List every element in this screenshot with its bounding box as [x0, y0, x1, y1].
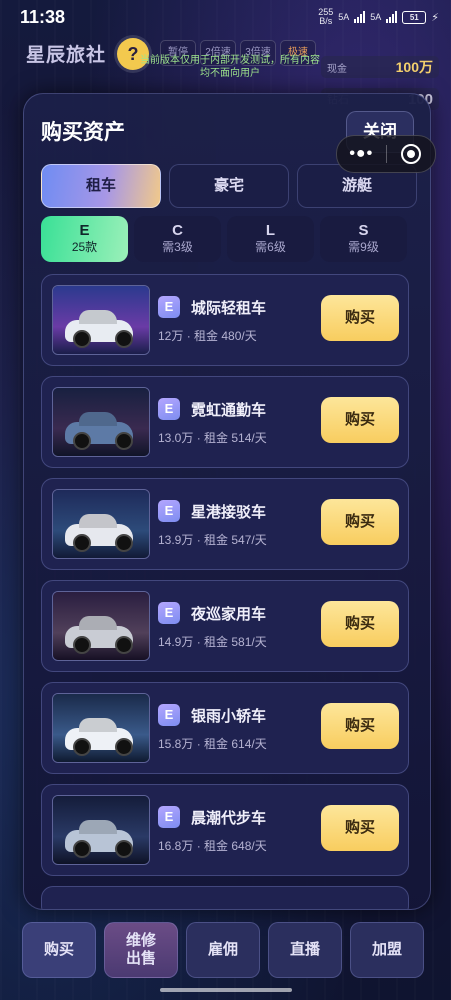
car-rent: 租金 614/天 [204, 737, 267, 751]
home-indicator [160, 988, 292, 992]
grade-badge: E [158, 500, 180, 522]
grade-sub: 25款 [71, 240, 98, 254]
grade-sub: 需6级 [255, 240, 286, 254]
car-list-item: E 城际轻租车 12万 · 租金 480/天 购买 [41, 274, 409, 366]
nav-repair-sell-button[interactable]: 维修 出售 [104, 922, 178, 978]
mini-program-capsule: •●• [336, 135, 436, 173]
meta-separator: · [193, 431, 205, 445]
car-thumbnail [52, 693, 150, 763]
grade-letter: S [358, 222, 369, 239]
nav-hire-button[interactable]: 雇佣 [186, 922, 260, 978]
bottom-nav: 购买 维修 出售 雇佣 直播 加盟 [22, 922, 424, 978]
signal-icon-2 [386, 11, 398, 23]
meta-separator: · [193, 635, 205, 649]
buy-button[interactable]: 购买 [321, 295, 399, 341]
car-meta: 13.0万 · 租金 514/天 [158, 429, 267, 446]
charging-icon: ⚡ [431, 11, 439, 24]
grade-tab-c[interactable]: C 需3级 [134, 216, 221, 262]
car-price: 16.8万 [158, 839, 194, 853]
car-list-item: E 夜巡家用车 14.9万 · 租金 581/天 购买 [41, 580, 409, 672]
money-display: 现金 100万 [321, 56, 439, 78]
meta-separator: · [183, 329, 195, 343]
car-rent: 租金 514/天 [204, 431, 267, 445]
status-icons: 255 B/s 5A 5A 51 ⚡ [318, 8, 439, 26]
car-name: 夜巡家用车 [191, 606, 267, 623]
nav-franchise-button[interactable]: 加盟 [350, 922, 424, 978]
car-name: 银雨小轿车 [191, 708, 267, 725]
meta-separator: · [193, 533, 205, 547]
buy-button[interactable]: 购买 [321, 805, 399, 851]
car-rent: 租金 581/天 [204, 635, 267, 649]
tab-rental-car[interactable]: 租车 [41, 164, 161, 208]
more-icon[interactable]: •●• [337, 145, 386, 163]
car-list-item: E 银雨小轿车 15.8万 · 租金 614/天 购买 [41, 682, 409, 774]
grade-badge: E [158, 398, 180, 420]
car-meta: 15.8万 · 租金 614/天 [158, 735, 267, 752]
grade-tab-e[interactable]: E 25款 [41, 216, 128, 262]
car-thumbnail [52, 285, 150, 355]
grade-badge: E [158, 602, 180, 624]
buy-button[interactable]: 购买 [321, 601, 399, 647]
grade-sub: 需3级 [162, 240, 193, 254]
car-meta: 14.9万 · 租金 581/天 [158, 633, 267, 650]
app-header: 星辰旅社 ? 暂停 2倍速 3倍速 极速 当前版本仅用于内部开发测试，所有内容均… [0, 34, 451, 110]
status-time: 11:38 [20, 6, 66, 27]
grade-sub: 需9级 [348, 240, 379, 254]
car-meta: 13.9万 · 租金 547/天 [158, 531, 267, 548]
meta-separator: · [193, 839, 205, 853]
car-rent: 租金 480/天 [194, 329, 257, 343]
grade-tabs: E 25款 C 需3级 L 需6级 S 需9级 [41, 216, 407, 262]
car-price: 12万 [158, 329, 184, 343]
car-price: 13.9万 [158, 533, 194, 547]
sim2-label: 5A [370, 12, 382, 22]
car-meta: 12万 · 租金 480/天 [158, 327, 257, 344]
car-price: 13.0万 [158, 431, 194, 445]
money-value: 100万 [395, 59, 433, 75]
status-bar: 11:38 255 B/s 5A 5A 51 ⚡ [0, 0, 451, 34]
grade-letter: C [172, 222, 183, 239]
car-list-item: E 星港接驳车 13.9万 · 租金 547/天 购买 [41, 478, 409, 570]
nav-buy-button[interactable]: 购买 [22, 922, 96, 978]
grade-badge: E [158, 806, 180, 828]
grade-tab-l[interactable]: L 需6级 [227, 216, 314, 262]
modal-title: 购买资产 [41, 121, 125, 144]
grade-letter: L [265, 222, 276, 239]
car-meta: 16.8万 · 租金 648/天 [158, 837, 267, 854]
grade-tab-s[interactable]: S 需9级 [320, 216, 407, 262]
car-thumbnail [52, 489, 150, 559]
car-list-item: E 霓虹通勤车 13.0万 · 租金 514/天 购买 [41, 376, 409, 468]
grade-badge: E [158, 296, 180, 318]
grade-badge: E [158, 704, 180, 726]
tab-mansion[interactable]: 豪宅 [169, 164, 289, 208]
target-icon[interactable] [387, 144, 436, 164]
car-list[interactable]: E 城际轻租车 12万 · 租金 480/天 购买 E 霓虹通勤车 13.0万 · 租金 5… [41, 274, 409, 909]
battery-icon: 51 [402, 10, 427, 24]
car-name: 晨潮代步车 [191, 810, 267, 827]
car-price: 15.8万 [158, 737, 194, 751]
net-unit: B/s [319, 16, 333, 26]
car-thumbnail [52, 795, 150, 865]
car-name: 城际轻租车 [191, 300, 267, 317]
car-list-item-partial [41, 886, 409, 909]
car-rent: 租金 547/天 [204, 533, 267, 547]
car-list-item: E 晨潮代步车 16.8万 · 租金 648/天 购买 [41, 784, 409, 876]
money-label: 现金 [327, 63, 347, 75]
car-rent: 租金 648/天 [204, 839, 267, 853]
car-thumbnail [52, 387, 150, 457]
app-title: 星辰旅社 [26, 45, 107, 66]
grade-letter: E [79, 222, 90, 239]
signal-icon [354, 11, 366, 23]
buy-button[interactable]: 购买 [321, 397, 399, 443]
buy-button[interactable]: 购买 [321, 703, 399, 749]
meta-separator: · [193, 737, 205, 751]
car-thumbnail [52, 591, 150, 661]
buy-button[interactable]: 购买 [321, 499, 399, 545]
dev-notice: 当前版本仅用于内部开发测试，所有内容均不面向用户 [140, 55, 320, 79]
car-name: 霓虹通勤车 [191, 402, 267, 419]
nav-live-button[interactable]: 直播 [268, 922, 342, 978]
car-name: 星港接驳车 [191, 504, 267, 521]
sim1-label: 5A [338, 12, 350, 22]
buy-asset-modal: 购买资产 关闭 租车 豪宅 游艇 E 25款 C 需3级 L 需6级 S 需9级… [23, 93, 431, 910]
car-price: 14.9万 [158, 635, 194, 649]
